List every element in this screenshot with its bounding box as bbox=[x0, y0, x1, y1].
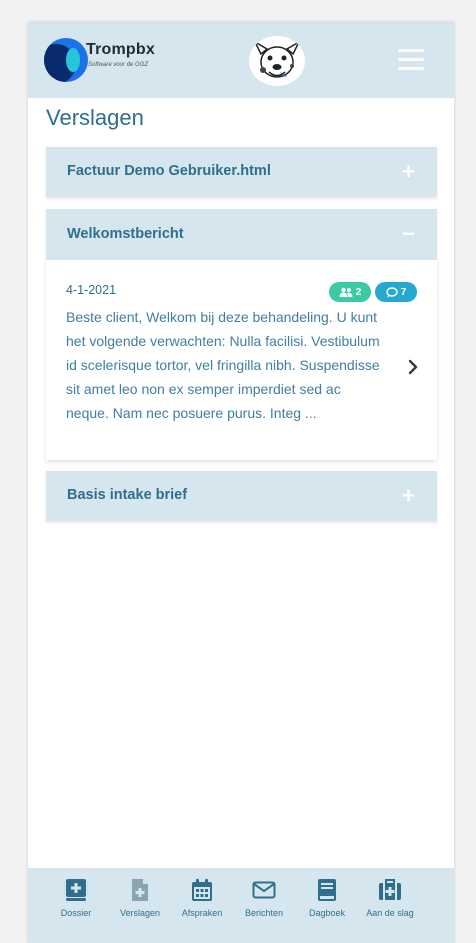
comments-badge: 7 bbox=[375, 282, 417, 302]
accordion-item-basis-intake[interactable]: Basis intake brief + bbox=[46, 471, 437, 521]
nav-aan-de-slag[interactable]: Aan de slag bbox=[360, 878, 420, 918]
report-card[interactable]: 4-1-2021 2 7 Beste client, Welkom bij de… bbox=[46, 260, 437, 460]
nav-label: Dossier bbox=[60, 908, 92, 918]
accordion-item-welkomstbericht[interactable]: Welkomstbericht − bbox=[46, 209, 437, 260]
brand-logo-icon bbox=[44, 38, 88, 82]
envelope-icon bbox=[252, 881, 276, 899]
report-excerpt: Beste client, Welkom bij deze behandelin… bbox=[66, 309, 380, 421]
accordion-item-title: Welkomstbericht bbox=[67, 226, 184, 242]
expand-plus-icon[interactable]: + bbox=[402, 485, 415, 507]
nav-verslagen[interactable]: Verslagen bbox=[110, 878, 170, 918]
bottom-navigation: Dossier Verslagen Afspraken Berichten Da… bbox=[28, 868, 454, 943]
top-bar: Trompbx Software voor de GGZ bbox=[28, 22, 454, 98]
nav-afspraken[interactable]: Afspraken bbox=[172, 878, 232, 918]
dossier-icon bbox=[66, 879, 86, 901]
app-frame: Trompbx Software voor de GGZ Verslagen F… bbox=[28, 22, 454, 943]
expand-plus-icon[interactable]: + bbox=[402, 161, 415, 183]
nav-dagboek[interactable]: Dagboek bbox=[297, 878, 357, 918]
comment-icon bbox=[386, 286, 398, 297]
participants-count: 2 bbox=[355, 286, 362, 298]
accordion-item-factuur[interactable]: Factuur Demo Gebruiker.html + bbox=[46, 147, 437, 197]
brand-logo[interactable]: Trompbx Software voor de GGZ bbox=[44, 38, 174, 86]
hamburger-menu-icon[interactable] bbox=[398, 49, 424, 71]
page-title: Verslagen bbox=[46, 105, 144, 130]
book-icon bbox=[318, 879, 336, 901]
nav-label: Afspraken bbox=[181, 908, 223, 918]
report-date: 4-1-2021 bbox=[66, 283, 117, 297]
collapse-minus-icon[interactable]: − bbox=[402, 223, 415, 245]
calendar-icon bbox=[192, 879, 212, 901]
accordion-item-title: Factuur Demo Gebruiker.html bbox=[67, 163, 271, 179]
comments-count: 7 bbox=[400, 286, 407, 298]
nav-label: Aan de slag bbox=[366, 908, 414, 918]
first-aid-kit-icon bbox=[379, 879, 401, 900]
nav-label: Dagboek bbox=[308, 908, 346, 918]
nav-label: Verslagen bbox=[119, 908, 161, 918]
nav-dossier[interactable]: Dossier bbox=[46, 878, 106, 918]
verslagen-icon bbox=[132, 879, 148, 901]
participants-badge: 2 bbox=[329, 282, 371, 302]
users-icon bbox=[339, 287, 353, 297]
brand-name: Trompbx bbox=[86, 41, 155, 58]
chevron-right-icon[interactable] bbox=[406, 358, 420, 376]
nav-label: Berichten bbox=[244, 908, 284, 918]
nav-berichten[interactable]: Berichten bbox=[234, 878, 294, 918]
brand-tagline: Software voor de GGZ bbox=[88, 62, 149, 68]
accordion-item-title: Basis intake brief bbox=[67, 487, 188, 503]
mascot-dog-icon bbox=[249, 36, 305, 86]
